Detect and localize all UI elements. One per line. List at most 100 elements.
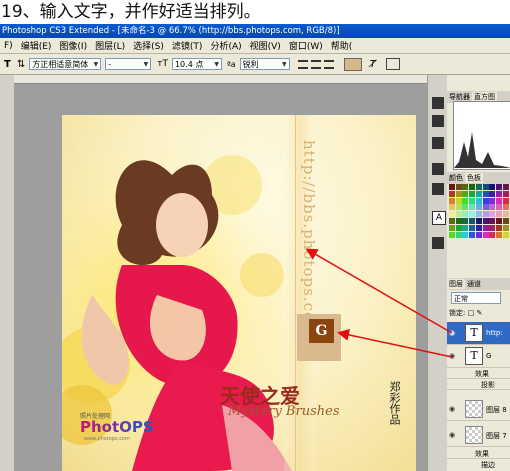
align-right-icon[interactable] — [323, 59, 334, 69]
layer-effects-row[interactable]: 效果 — [447, 448, 510, 459]
lock-transparency-icon[interactable]: □ — [468, 309, 475, 317]
font-size-select[interactable]: 10.4 点 ▼ — [171, 58, 222, 70]
swatch-grid[interactable] — [449, 184, 510, 239]
swatch[interactable] — [495, 184, 502, 190]
swatch[interactable] — [469, 204, 476, 211]
swatch[interactable] — [462, 231, 469, 238]
tab-channels[interactable]: 通道 — [465, 279, 483, 289]
swatch[interactable] — [482, 211, 489, 218]
orientation-toggle-icon[interactable]: ⇅ — [17, 59, 25, 70]
swatch[interactable] — [495, 204, 502, 211]
swatch[interactable] — [462, 224, 469, 231]
swatch[interactable] — [455, 184, 462, 190]
swatch[interactable] — [469, 184, 476, 190]
swatch[interactable] — [489, 218, 496, 224]
swatch[interactable] — [469, 224, 476, 231]
swatch[interactable] — [495, 218, 502, 224]
tab-color[interactable]: 颜色 — [447, 173, 465, 183]
font-family-select[interactable]: 方正相适意简体 ▼ — [29, 58, 102, 70]
swatch[interactable] — [482, 231, 489, 238]
layer-effects-row[interactable]: 效果 — [447, 368, 510, 379]
watermark-url-text[interactable]: http://bbs.photops.com — [300, 140, 318, 337]
menu-edit[interactable]: 编辑(E) — [17, 39, 56, 52]
layer-row-http[interactable]: ◉ T http: — [447, 322, 510, 345]
swatch[interactable] — [475, 218, 482, 224]
swatch[interactable] — [475, 184, 482, 190]
menu-view[interactable]: 视图(V) — [246, 39, 285, 52]
eye-icon[interactable]: ◉ — [449, 352, 455, 360]
menu-select[interactable]: 选择(S) — [129, 39, 168, 52]
swatch[interactable] — [495, 190, 502, 197]
swatch[interactable] — [469, 197, 476, 204]
swatch[interactable] — [449, 218, 455, 224]
swatch[interactable] — [449, 197, 455, 204]
layer-row-g[interactable]: ◉ T G — [447, 345, 510, 368]
font-style-select[interactable]: - ▼ — [105, 58, 152, 70]
swatch[interactable] — [455, 197, 462, 204]
menu-window[interactable]: 窗口(W) — [285, 39, 327, 52]
swatch[interactable] — [455, 211, 462, 218]
warp-text-icon[interactable]: Ⱦ — [370, 59, 376, 70]
swatch[interactable] — [482, 204, 489, 211]
tool-presets-icon[interactable] — [432, 137, 444, 149]
character-panel-icon[interactable] — [385, 58, 400, 70]
swatch[interactable] — [449, 184, 455, 190]
swatch[interactable] — [489, 224, 496, 231]
swatch[interactable] — [475, 204, 482, 211]
swatch[interactable] — [449, 190, 455, 197]
swatch[interactable] — [489, 231, 496, 238]
swatch[interactable] — [475, 211, 482, 218]
letter-box-text[interactable]: G — [309, 319, 334, 343]
swatch[interactable] — [455, 218, 462, 224]
clone-source-icon[interactable] — [432, 183, 444, 195]
history-icon[interactable] — [432, 97, 444, 109]
swatch[interactable] — [449, 204, 455, 211]
swatch[interactable] — [462, 197, 469, 204]
swatch[interactable] — [482, 197, 489, 204]
swatch[interactable] — [455, 204, 462, 211]
swatch[interactable] — [489, 197, 496, 204]
swatch[interactable] — [462, 218, 469, 224]
swatch[interactable] — [449, 224, 455, 231]
swatch[interactable] — [455, 224, 462, 231]
layer-row-8[interactable]: ◉ 图层 8 — [447, 398, 510, 421]
swatch[interactable] — [502, 211, 509, 218]
actions-icon[interactable] — [432, 115, 444, 127]
character-icon[interactable]: A — [432, 211, 446, 225]
swatch[interactable] — [469, 231, 476, 238]
tab-layers[interactable]: 图层 — [447, 279, 465, 289]
menu-file[interactable]: F) — [0, 41, 17, 51]
swatch[interactable] — [502, 224, 509, 231]
swatch[interactable] — [502, 197, 509, 204]
swatch[interactable] — [462, 190, 469, 197]
eye-icon[interactable]: ◉ — [449, 329, 455, 337]
eye-icon[interactable]: ◉ — [449, 431, 455, 439]
swatch[interactable] — [489, 204, 496, 211]
layer-effect-dropshadow[interactable]: 投影 — [447, 379, 510, 390]
tab-swatches[interactable]: 色板 — [465, 173, 483, 183]
swatch[interactable] — [475, 197, 482, 204]
swatch[interactable] — [469, 211, 476, 218]
layer-row-7[interactable]: ◉ 图层 7 — [447, 424, 510, 447]
swatch[interactable] — [495, 224, 502, 231]
swatch[interactable] — [449, 231, 455, 238]
swatch[interactable] — [475, 224, 482, 231]
swatch[interactable] — [469, 190, 476, 197]
swatch[interactable] — [482, 218, 489, 224]
swatch[interactable] — [502, 184, 509, 190]
swatch[interactable] — [455, 190, 462, 197]
swatch[interactable] — [482, 190, 489, 197]
swatch[interactable] — [502, 190, 509, 197]
menu-filter[interactable]: 滤镜(T) — [168, 39, 207, 52]
swatch[interactable] — [502, 218, 509, 224]
swatch[interactable] — [502, 204, 509, 211]
menu-analysis[interactable]: 分析(A) — [206, 39, 245, 52]
paragraph-icon[interactable] — [432, 237, 444, 249]
swatch[interactable] — [455, 231, 462, 238]
menu-help[interactable]: 帮助( — [327, 39, 357, 52]
swatch[interactable] — [495, 211, 502, 218]
menu-layer[interactable]: 图层(L) — [91, 39, 129, 52]
swatch[interactable] — [475, 190, 482, 197]
swatch[interactable] — [469, 218, 476, 224]
swatch[interactable] — [495, 231, 502, 238]
